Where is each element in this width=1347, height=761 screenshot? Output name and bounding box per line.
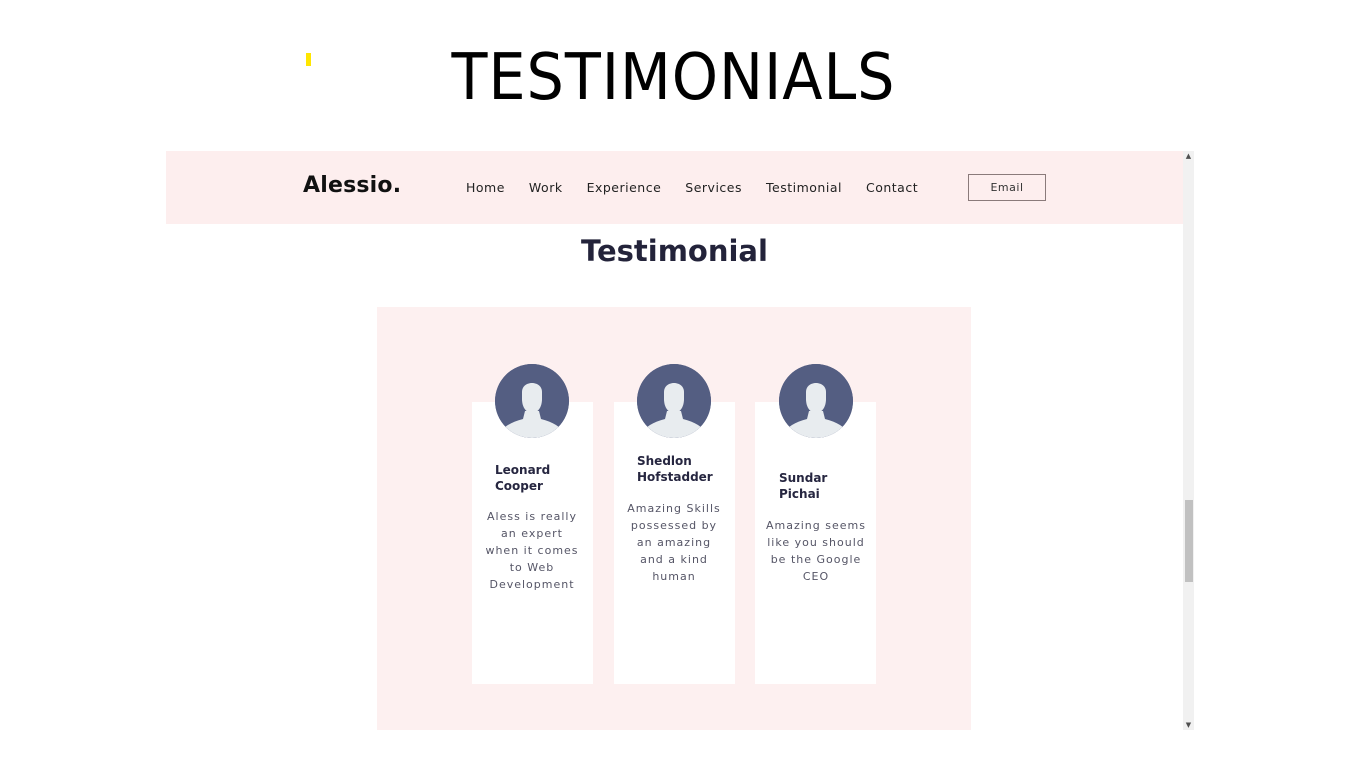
presentation-slide: TESTIMONIALS Alessio. Home Work Experien… <box>0 0 1347 761</box>
testimonial-name: Sundar Pichai <box>779 471 828 501</box>
nav-item-contact[interactable]: Contact <box>866 180 918 195</box>
testimonial-quote: Aless is really an expert when it comes … <box>485 510 579 591</box>
user-silhouette-icon <box>779 364 853 438</box>
nav-item-testimonial[interactable]: Testimonial <box>766 180 842 195</box>
testimonials-panel: Leonard Cooper Aless is really an expert… <box>377 307 971 730</box>
nav-item-work[interactable]: Work <box>529 180 563 195</box>
vertical-scrollbar[interactable]: ▲ ▼ <box>1183 151 1194 730</box>
testimonial-name: Shedlon Hofstadder <box>637 454 713 484</box>
scroll-down-arrow-icon[interactable]: ▼ <box>1183 720 1194 730</box>
testimonial-quote: Amazing Skills possessed by an amazing a… <box>627 502 721 583</box>
testimonial-name: Leonard Cooper <box>495 463 551 493</box>
testimonial-quote: Amazing seems like you should be the Goo… <box>766 519 866 583</box>
website-screenshot: Alessio. Home Work Experience Services T… <box>166 151 1194 730</box>
nav-item-services[interactable]: Services <box>685 180 742 195</box>
email-button[interactable]: Email <box>968 174 1046 201</box>
site-header: Alessio. Home Work Experience Services T… <box>166 151 1183 224</box>
user-silhouette-icon <box>495 364 569 438</box>
scrollbar-thumb[interactable] <box>1185 500 1193 582</box>
nav-item-home[interactable]: Home <box>466 180 505 195</box>
slide-title: TESTIMONIALS <box>451 41 896 115</box>
nav-item-experience[interactable]: Experience <box>587 180 662 195</box>
site-brand-logo[interactable]: Alessio. <box>303 173 401 198</box>
section-heading: Testimonial <box>581 234 768 268</box>
user-silhouette-icon <box>637 364 711 438</box>
main-nav: Home Work Experience Services Testimonia… <box>466 180 942 195</box>
scroll-up-arrow-icon[interactable]: ▲ <box>1183 151 1194 161</box>
